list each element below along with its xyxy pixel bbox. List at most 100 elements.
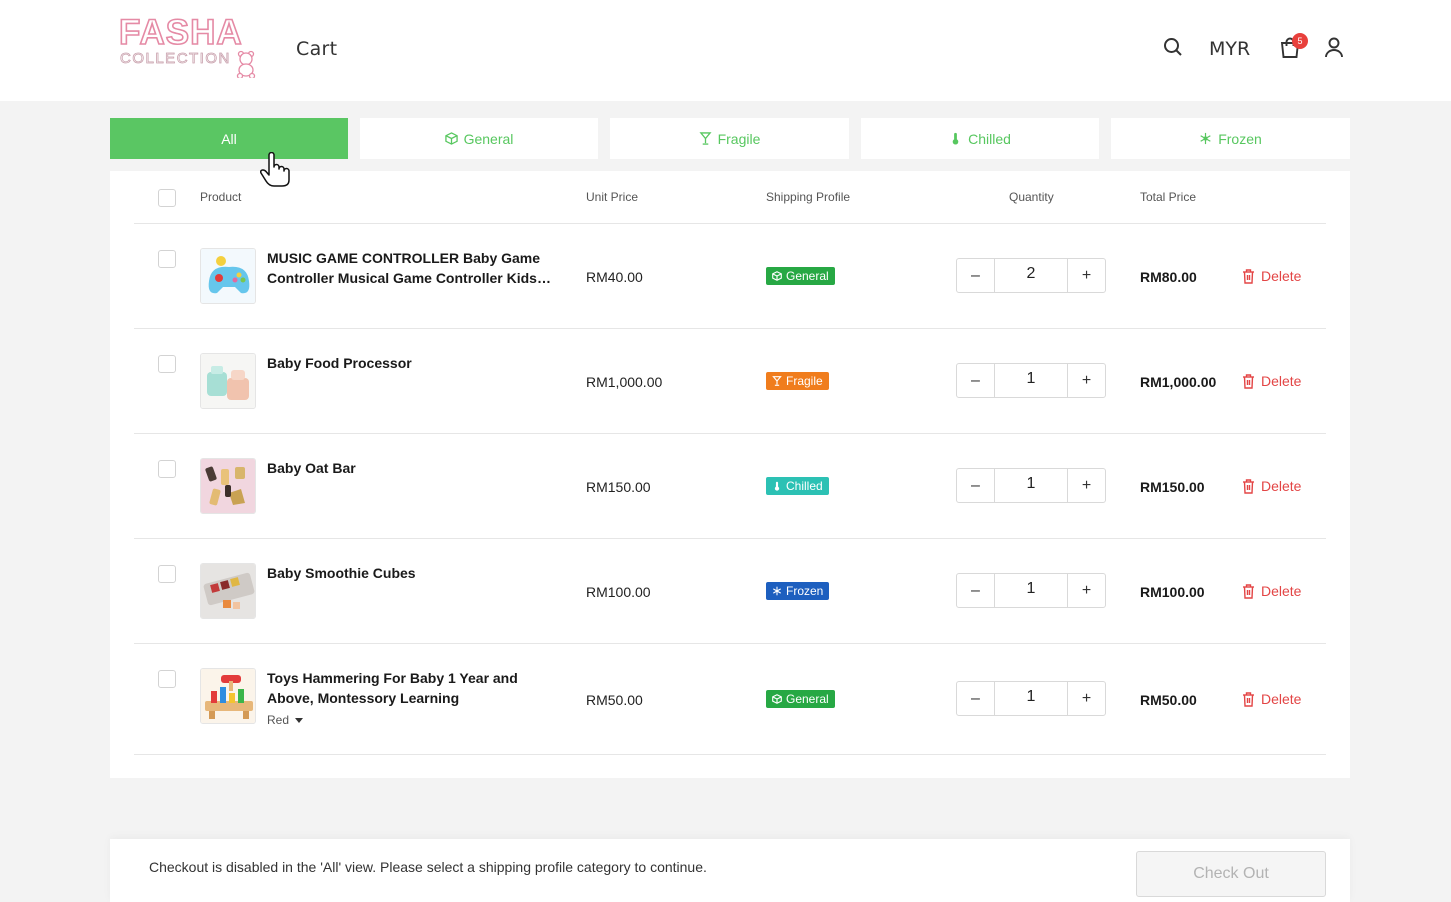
product-name[interactable]: Baby Smoothie Cubes (267, 563, 557, 583)
box-icon (772, 694, 782, 704)
header-shipping-profile: Shipping Profile (766, 190, 851, 204)
header-total-price: Total Price (1140, 190, 1197, 204)
checkout-bar: Checkout is disabled in the 'All' view. … (110, 839, 1350, 902)
row-checkbox[interactable] (158, 460, 176, 478)
glass-icon (772, 376, 782, 386)
divider (134, 754, 1326, 755)
fasha-logo[interactable]: FASHA COLLECTION (117, 12, 265, 80)
page-title: Cart (296, 38, 338, 60)
svg-text:COLLECTION: COLLECTION (120, 50, 231, 67)
product-name[interactable]: MUSIC GAME CONTROLLER Baby Game Controll… (267, 248, 557, 288)
row-checkbox[interactable] (158, 355, 176, 373)
product-thumbnail[interactable] (200, 668, 256, 724)
product-thumbnail[interactable] (200, 563, 256, 619)
snowflake-icon (1200, 132, 1211, 145)
row-checkbox[interactable] (158, 670, 176, 688)
unit-price: RM50.00 (586, 692, 643, 708)
tab-label: Frozen (1218, 130, 1262, 147)
header-quantity: Quantity (1009, 190, 1054, 204)
thermometer-icon (774, 481, 780, 491)
product-thumbnail[interactable] (200, 353, 256, 409)
product-name[interactable]: Baby Oat Bar (267, 458, 557, 478)
unit-price: RM150.00 (586, 479, 651, 495)
quantity-input[interactable]: 1 (994, 682, 1068, 715)
decrement-button[interactable]: – (957, 364, 994, 397)
table-row: Baby Smoothie Cubes RM100.00 Frozen – 1 … (110, 539, 1350, 644)
currency-selector[interactable]: MYR (1209, 38, 1250, 60)
shipping-profile-badge: Frozen (766, 582, 830, 600)
quantity-input[interactable]: 1 (994, 574, 1068, 607)
unit-price: RM40.00 (586, 269, 643, 285)
delete-button[interactable]: Delete (1242, 478, 1301, 494)
quantity-input[interactable]: 1 (994, 364, 1068, 397)
checkout-button[interactable]: Check Out (1136, 851, 1326, 897)
cart-count-badge: 5 (1292, 33, 1308, 49)
delete-button[interactable]: Delete (1242, 583, 1301, 599)
variant-selector[interactable]: Red (267, 713, 304, 727)
trash-icon (1243, 373, 1254, 389)
badge-label: Chilled (786, 479, 823, 493)
tab-label: Chilled (968, 130, 1011, 147)
shipping-profile-badge: Chilled (766, 477, 829, 495)
table-row: Toys Hammering For Baby 1 Year and Above… (110, 644, 1350, 754)
increment-button[interactable]: + (1068, 259, 1105, 292)
table-row: MUSIC GAME CONTROLLER Baby Game Controll… (110, 224, 1350, 329)
checkout-disabled-message: Checkout is disabled in the 'All' view. … (149, 859, 707, 875)
quantity-stepper: – 1 + (956, 363, 1106, 398)
shipping-profile-tabs: All General Fragile Chilled Frozen (110, 118, 1350, 159)
tab-label: All (221, 130, 237, 147)
tab-general[interactable]: General (360, 118, 598, 159)
quantity-input[interactable]: 2 (994, 259, 1068, 292)
select-all-checkbox[interactable] (158, 189, 176, 207)
row-checkbox[interactable] (158, 565, 176, 583)
search-icon[interactable] (1162, 36, 1184, 63)
delete-label: Delete (1261, 691, 1302, 707)
product-name[interactable]: Baby Food Processor (267, 353, 557, 373)
unit-price: RM1,000.00 (586, 374, 663, 390)
cart-table: Product Unit Price Shipping Profile Quan… (110, 171, 1350, 778)
delete-button[interactable]: Delete (1242, 691, 1301, 707)
badge-label: General (786, 269, 829, 283)
badge-label: Frozen (786, 584, 824, 598)
tab-fragile[interactable]: Fragile (610, 118, 849, 159)
increment-button[interactable]: + (1068, 574, 1105, 607)
trash-icon (1243, 268, 1254, 284)
badge-label: Fragile (786, 374, 823, 388)
increment-button[interactable]: + (1068, 682, 1105, 715)
product-name[interactable]: Toys Hammering For Baby 1 Year and Above… (267, 668, 557, 708)
quantity-stepper: – 2 + (956, 258, 1106, 293)
user-icon[interactable] (1323, 36, 1345, 65)
quantity-stepper: – 1 + (956, 468, 1106, 503)
top-header: FASHA COLLECTION Cart MYR 5 (0, 0, 1451, 101)
decrement-button[interactable]: – (957, 574, 994, 607)
total-price: RM1,000.00 (1140, 374, 1217, 390)
tab-all[interactable]: All (110, 118, 348, 159)
decrement-button[interactable]: – (957, 259, 994, 292)
svg-text:FASHA: FASHA (119, 13, 243, 52)
quantity-input[interactable]: 1 (994, 469, 1068, 502)
header-product: Product (200, 190, 242, 204)
decrement-button[interactable]: – (957, 682, 994, 715)
decrement-button[interactable]: – (957, 469, 994, 502)
box-icon (444, 132, 458, 145)
trash-icon (1243, 478, 1254, 494)
total-price: RM50.00 (1140, 692, 1197, 708)
total-price: RM150.00 (1140, 479, 1205, 495)
tab-frozen[interactable]: Frozen (1111, 118, 1350, 159)
unit-price: RM100.00 (586, 584, 651, 600)
delete-label: Delete (1261, 583, 1302, 599)
quantity-stepper: – 1 + (956, 573, 1106, 608)
delete-label: Delete (1261, 478, 1302, 494)
shipping-profile-badge: Fragile (766, 372, 829, 390)
increment-button[interactable]: + (1068, 364, 1105, 397)
delete-button[interactable]: Delete (1242, 373, 1301, 389)
glass-icon (699, 132, 712, 145)
product-thumbnail[interactable] (200, 248, 256, 304)
header-unit-price: Unit Price (586, 190, 639, 204)
tab-chilled[interactable]: Chilled (861, 118, 1099, 159)
increment-button[interactable]: + (1068, 469, 1105, 502)
product-thumbnail[interactable] (200, 458, 256, 514)
delete-button[interactable]: Delete (1242, 268, 1301, 284)
delete-label: Delete (1261, 268, 1302, 284)
row-checkbox[interactable] (158, 250, 176, 268)
